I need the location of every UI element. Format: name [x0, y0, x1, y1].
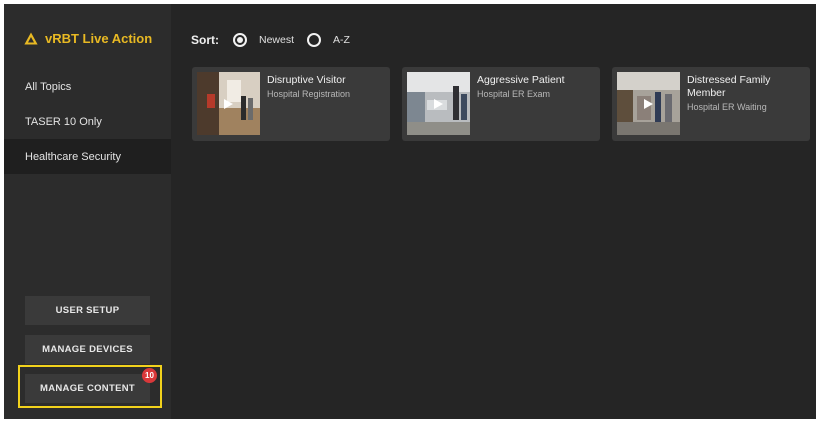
- video-thumbnail: [407, 72, 470, 135]
- sidebar-item-label: Healthcare Security: [25, 150, 121, 163]
- card-title: Aggressive Patient: [477, 74, 565, 86]
- app-window: vRBT Live Action All Topics TASER 10 Onl…: [4, 4, 816, 419]
- user-setup-button[interactable]: USER SETUP: [25, 296, 150, 325]
- video-thumbnail: [197, 72, 260, 135]
- card-title: Disruptive Visitor: [267, 74, 346, 86]
- warning-triangle-icon: [24, 32, 38, 44]
- notification-badge: 10: [142, 368, 157, 383]
- sidebar-item-taser-10-only[interactable]: TASER 10 Only: [4, 104, 171, 139]
- sort-bar: Sort: Newest A-Z: [191, 32, 363, 48]
- sort-newest-label[interactable]: Newest: [259, 34, 294, 46]
- play-icon: [224, 99, 233, 109]
- sort-az-radio[interactable]: [307, 33, 322, 47]
- app-title: vRBT Live Action: [45, 30, 153, 46]
- card-subtitle: Hospital ER Exam: [477, 89, 551, 99]
- sidebar-item-all-topics[interactable]: All Topics: [4, 69, 171, 104]
- sidebar-item-label: All Topics: [25, 80, 72, 93]
- sidebar: vRBT Live Action All Topics TASER 10 Onl…: [4, 4, 171, 419]
- sidebar-item-healthcare-security[interactable]: Healthcare Security: [4, 139, 171, 174]
- card-subtitle: Hospital ER Waiting: [687, 102, 767, 112]
- card-title: Distressed Family Member: [687, 74, 771, 99]
- play-icon: [434, 99, 443, 109]
- video-thumbnail: [617, 72, 680, 135]
- play-icon: [644, 99, 653, 109]
- brand: vRBT Live Action: [24, 30, 152, 46]
- card-subtitle: Hospital Registration: [267, 89, 351, 99]
- content-card[interactable]: Distressed Family Member Hospital ER Wai…: [612, 67, 810, 141]
- content-card[interactable]: Disruptive Visitor Hospital Registration: [192, 67, 390, 141]
- sort-newest-radio[interactable]: [233, 33, 247, 47]
- sort-label: Sort:: [191, 33, 219, 47]
- content-card[interactable]: Aggressive Patient Hospital ER Exam: [402, 67, 600, 141]
- sidebar-item-label: TASER 10 Only: [25, 115, 102, 128]
- manage-devices-button[interactable]: MANAGE DEVICES: [25, 335, 150, 364]
- highlight-box: [18, 365, 162, 408]
- sort-az-label[interactable]: A-Z: [333, 34, 350, 46]
